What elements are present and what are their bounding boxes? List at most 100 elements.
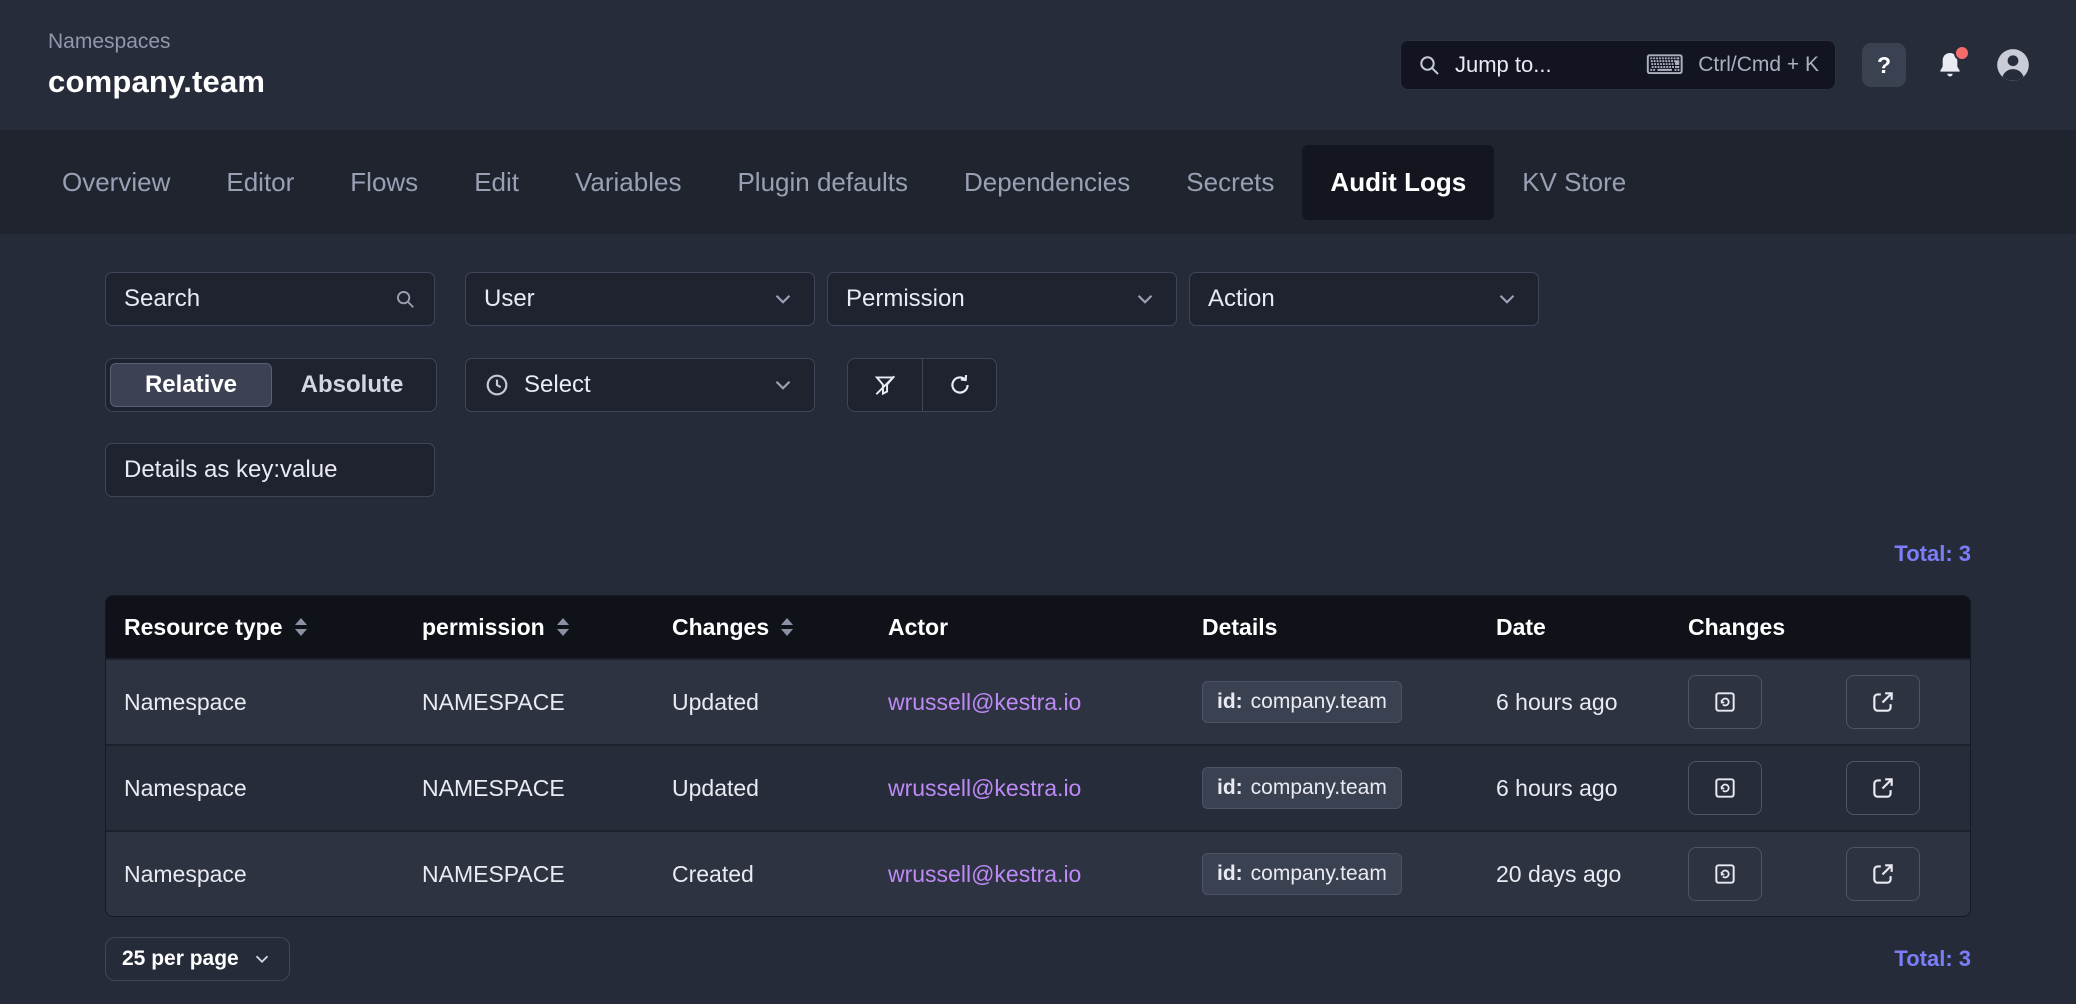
column-header-resource-type[interactable]: Resource type [106,614,404,641]
jump-to-search[interactable]: Jump to... ⌨ Ctrl/Cmd + K [1400,40,1836,90]
actor-link[interactable]: wrussell@kestra.io [888,775,1081,802]
cell-permission: NAMESPACE [404,775,654,802]
filter-row-2: Relative Absolute Select [105,358,1971,412]
time-mode-toggle: Relative Absolute [105,358,437,412]
action-dropdown[interactable]: Action [1189,272,1539,326]
toggle-relative[interactable]: Relative [110,363,272,407]
open-resource-button[interactable] [1846,761,1920,815]
column-header-permission[interactable]: permission [404,614,654,641]
restore-icon [1712,861,1738,887]
namespace-tabbar: Overview Editor Flows Edit Variables Plu… [0,130,2076,234]
cell-resource-type: Namespace [106,861,404,888]
cell-date: 6 hours ago [1478,689,1670,716]
cell-change: Updated [654,689,870,716]
per-page-label: 25 per page [122,947,239,971]
column-header-changes[interactable]: Changes [654,614,870,641]
filter-off-icon [872,372,898,398]
tab-audit-logs[interactable]: Audit Logs [1302,145,1494,220]
cell-permission: NAMESPACE [404,861,654,888]
restore-icon [1712,775,1738,801]
table-header-row: Resource type permission Changes Actor D… [106,596,1970,658]
search-icon [394,288,416,310]
refresh-button[interactable] [922,359,996,411]
action-dropdown-label: Action [1208,285,1275,313]
actor-link[interactable]: wrussell@kestra.io [888,689,1081,716]
cell-date: 6 hours ago [1478,775,1670,802]
table-row: Namespace NAMESPACE Updated wrussell@kes… [106,744,1970,830]
table-footer: 25 per page Total: 3 [105,937,1971,981]
cell-change: Updated [654,775,870,802]
user-dropdown[interactable]: User [465,272,815,326]
search-field [105,272,435,326]
tab-editor[interactable]: Editor [198,145,322,220]
cell-permission: NAMESPACE [404,689,654,716]
breadcrumb[interactable]: Namespaces [48,30,265,54]
column-header-actor: Actor [870,614,1184,641]
details-badge: id: company.team [1202,853,1402,895]
column-header-changes-actions: Changes [1670,614,1970,641]
keyboard-icon: ⌨ [1645,52,1684,79]
filter-actions-group [847,358,997,412]
cell-change: Created [654,861,870,888]
search-icon [1417,53,1441,77]
tab-secrets[interactable]: Secrets [1158,145,1302,220]
app-header: Namespaces company.team Jump to... ⌨ Ctr… [0,0,2076,130]
details-filter-input[interactable] [124,456,404,484]
table-row: Namespace NAMESPACE Updated wrussell@kes… [106,658,1970,744]
details-filter-field [105,443,435,497]
user-avatar[interactable] [1994,46,2032,84]
user-dropdown-label: User [484,285,535,313]
details-badge: id: company.team [1202,767,1402,809]
chevron-down-icon [770,372,796,398]
tab-overview[interactable]: Overview [34,145,198,220]
toggle-absolute[interactable]: Absolute [272,363,432,407]
open-resource-button[interactable] [1846,847,1920,901]
sort-icon [295,618,307,636]
search-input[interactable] [124,285,374,313]
audit-logs-table: Resource type permission Changes Actor D… [105,595,1971,917]
tab-flows[interactable]: Flows [322,145,446,220]
permission-dropdown[interactable]: Permission [827,272,1177,326]
total-count-top[interactable]: Total: 3 [1894,541,1971,567]
per-page-select[interactable]: 25 per page [105,937,290,981]
tab-edit[interactable]: Edit [446,145,547,220]
help-button[interactable]: ? [1862,43,1906,87]
cell-resource-type: Namespace [106,689,404,716]
avatar-icon [1994,46,2032,84]
tab-kv-store[interactable]: KV Store [1494,145,1654,220]
details-badge: id: company.team [1202,681,1402,723]
view-changes-button[interactable] [1688,847,1762,901]
view-changes-button[interactable] [1688,675,1762,729]
open-resource-button[interactable] [1846,675,1920,729]
cell-resource-type: Namespace [106,775,404,802]
sort-icon [557,618,569,636]
clock-icon [484,372,510,398]
cell-date: 20 days ago [1478,861,1670,888]
jump-to-label: Jump to... [1455,52,1631,78]
table-row: Namespace NAMESPACE Created wrussell@kes… [106,830,1970,916]
chevron-down-icon [251,948,273,970]
audit-logs-page: User Permission Action Relative Absolute [0,234,2076,981]
chevron-down-icon [1132,286,1158,312]
actor-link[interactable]: wrussell@kestra.io [888,861,1081,888]
total-count-bottom[interactable]: Total: 3 [1894,946,1971,972]
time-range-dropdown[interactable]: Select [465,358,815,412]
filter-row-1: User Permission Action [105,272,1971,326]
time-range-label: Select [524,371,591,399]
shortcut-label: Ctrl/Cmd + K [1698,53,1819,77]
column-header-details: Details [1184,614,1478,641]
filter-row-3 [105,443,1971,497]
open-in-new-icon [1870,775,1896,801]
tab-plugin-defaults[interactable]: Plugin defaults [709,145,936,220]
open-in-new-icon [1870,689,1896,715]
page-title: company.team [48,64,265,100]
clear-filters-button[interactable] [848,359,922,411]
open-in-new-icon [1870,861,1896,887]
view-changes-button[interactable] [1688,761,1762,815]
tab-dependencies[interactable]: Dependencies [936,145,1158,220]
chevron-down-icon [770,286,796,312]
notification-dot [1954,45,1970,61]
notifications-button[interactable] [1932,47,1968,83]
tab-variables[interactable]: Variables [547,145,709,220]
restore-icon [1712,689,1738,715]
